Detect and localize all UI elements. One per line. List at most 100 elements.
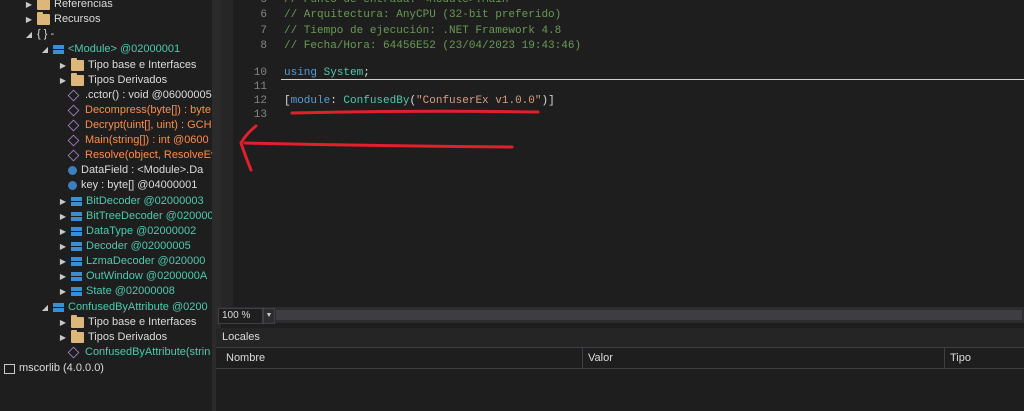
tree-item[interactable]: key : byte[] @04000001 <box>68 178 197 193</box>
tree-item[interactable]: ▶ State @02000008 <box>58 284 175 299</box>
tree-item[interactable]: ▶ Decoder @02000005 <box>58 239 191 254</box>
expand-arrow-icon[interactable]: ▶ <box>58 73 68 88</box>
tree-item-label: .cctor() : void @06000005 <box>85 89 212 101</box>
class-icon <box>71 242 82 251</box>
tree-item-label: State @02000008 <box>86 285 175 297</box>
method-icon <box>67 89 80 102</box>
code-token: [ <box>284 95 291 107</box>
tree-item-label: key : byte[] @04000001 <box>81 179 198 191</box>
tree-item-label: BitDecoder @02000003 <box>86 195 204 207</box>
expand-arrow-icon[interactable]: ▶ <box>58 58 68 73</box>
locals-header: Nombre Valor Tipo <box>216 347 1024 369</box>
locals-panel: Locales Nombre Valor Tipo <box>216 328 1024 411</box>
expand-arrow-icon[interactable]: ▶ <box>58 269 68 284</box>
column-value[interactable]: Valor <box>588 352 613 364</box>
locals-title: Locales <box>222 331 260 343</box>
tree-item[interactable]: ▶ Recursos <box>24 12 100 27</box>
tree-item[interactable]: ▶ Tipo base e Interfaces <box>58 58 196 73</box>
tree-item[interactable]: Decompress(byte[]) : byte <box>67 103 211 118</box>
tree-item[interactable]: DataField : <Module>.Da <box>68 163 203 178</box>
code-token: // Arquitectura: AnyCPU (32-bit preferid… <box>284 9 562 21</box>
field-icon <box>68 166 77 175</box>
column-name[interactable]: Nombre <box>226 352 265 364</box>
tree-item[interactable]: ▶ LzmaDecoder @020000 <box>58 254 205 269</box>
tree-item[interactable]: ▶ Tipos Derivados <box>58 330 167 345</box>
tree-item-label: { } - <box>37 28 55 40</box>
code-token: ; <box>363 67 370 79</box>
tree-item[interactable]: Main(string[]) : int @0600 <box>67 133 209 148</box>
class-icon <box>71 287 82 296</box>
tree-item[interactable]: mscorlib (4.0.0.0) <box>4 361 104 376</box>
code-token: module <box>290 95 331 107</box>
collapse-arrow-icon[interactable]: ◢ <box>24 27 34 42</box>
references-icon <box>37 0 50 10</box>
tree-item[interactable]: ▶ BitTreeDecoder @020000 <box>58 209 212 224</box>
expand-arrow-icon[interactable]: ▶ <box>24 0 34 12</box>
tree-item[interactable]: .cctor() : void @06000005 <box>67 88 212 103</box>
line-number: 10 <box>253 67 267 79</box>
field-icon <box>68 181 77 190</box>
method-icon <box>67 119 80 132</box>
line-number: 8 <box>260 40 267 52</box>
collapse-arrow-icon[interactable]: ◢ <box>40 42 50 57</box>
code-token: System <box>323 67 364 79</box>
method-icon <box>67 149 80 162</box>
collapse-arrow-icon[interactable]: ◢ <box>40 300 50 315</box>
tree-item[interactable]: Resolve(object, ResolveEv <box>67 148 212 163</box>
code-line[interactable]: [module: ConfusedBy("ConfuserEx v1.0.0")… <box>284 95 555 107</box>
tree-item-label: DataType @02000002 <box>86 225 197 237</box>
line-number: 12 <box>253 95 267 107</box>
expand-arrow-icon[interactable]: ▶ <box>24 12 34 27</box>
expand-arrow-icon[interactable]: ▶ <box>58 284 68 299</box>
expand-arrow-icon[interactable]: ▶ <box>58 194 68 209</box>
class-icon <box>71 272 82 281</box>
tree-item[interactable]: ConfusedByAttribute(strin <box>67 345 210 360</box>
code-line[interactable]: // Tiempo de ejecución: .NET Framework 4… <box>284 25 561 37</box>
tree-item[interactable]: ◢ ConfusedByAttribute @0200 <box>40 300 208 315</box>
assembly-tree[interactable]: ▶ Referencias ▶ Recursos ◢{ } - ◢ <Module> @02… <box>0 0 212 411</box>
method-icon <box>67 104 80 117</box>
code-token: "ConfuserEx v1.0.0" <box>416 95 542 107</box>
expand-arrow-icon[interactable]: ▶ <box>58 239 68 254</box>
tree-item[interactable]: ◢ <Module> @02000001 <box>40 42 180 57</box>
horizontal-scrollbar[interactable] <box>276 310 1022 320</box>
line-number: 7 <box>260 25 267 37</box>
tree-item[interactable]: ▶ Tipo base e Interfaces <box>58 315 196 330</box>
expand-arrow-icon[interactable]: ▶ <box>58 254 68 269</box>
tree-item-label: Recursos <box>54 13 101 25</box>
chevron-down-icon[interactable]: ▼ <box>263 308 275 324</box>
code-line[interactable]: // Fecha/Hora: 64456E52 (23/04/2023 19:4… <box>284 40 581 52</box>
expand-arrow-icon[interactable]: ▶ <box>58 209 68 224</box>
method-icon <box>67 134 80 147</box>
code-token: : <box>330 95 344 107</box>
column-divider[interactable] <box>582 348 583 368</box>
tree-item-label: Tipo base e Interfaces <box>88 316 197 328</box>
code-line[interactable]: using System; <box>284 67 370 79</box>
expand-arrow-icon[interactable]: ▶ <box>58 224 68 239</box>
tree-item[interactable]: ▶ BitDecoder @02000003 <box>58 194 204 209</box>
tree-item-label: OutWindow @0200000A <box>86 270 208 282</box>
tree-item-label: Tipos Derivados <box>88 74 168 86</box>
class-icon <box>71 197 82 206</box>
tree-item[interactable]: Decrypt(uint[], uint) : GCH <box>67 118 212 133</box>
tree-item[interactable]: ▶ Referencias <box>24 0 113 12</box>
tree-item-label: <Module> @02000001 <box>68 43 181 55</box>
zoom-level[interactable]: 100 % <box>218 308 263 324</box>
tree-item-label: LzmaDecoder @020000 <box>86 255 206 267</box>
expand-arrow-icon[interactable]: ▶ <box>58 315 68 330</box>
tree-item[interactable]: ◢{ } - <box>24 27 54 42</box>
code-line[interactable]: // Arquitectura: AnyCPU (32-bit preferid… <box>284 9 561 21</box>
column-divider[interactable] <box>944 348 945 368</box>
tree-item[interactable]: ▶ OutWindow @0200000A <box>58 269 207 284</box>
folder-icon <box>37 12 50 25</box>
tree-item[interactable]: ▶ Tipos Derivados <box>58 73 167 88</box>
tree-item-label: ConfusedByAttribute @0200 <box>68 301 208 313</box>
column-type[interactable]: Tipo <box>950 352 971 364</box>
tree-item[interactable]: ▶ DataType @02000002 <box>58 224 196 239</box>
tree-item-label: Referencias <box>54 0 113 10</box>
tree-item-label: BitTreeDecoder @020000 <box>86 210 212 222</box>
code-token: ConfusedBy <box>343 95 410 107</box>
code-line[interactable]: // Punto de entrada: <Module>.Main <box>284 0 508 6</box>
folder-icon <box>71 315 84 328</box>
expand-arrow-icon[interactable]: ▶ <box>58 330 68 345</box>
